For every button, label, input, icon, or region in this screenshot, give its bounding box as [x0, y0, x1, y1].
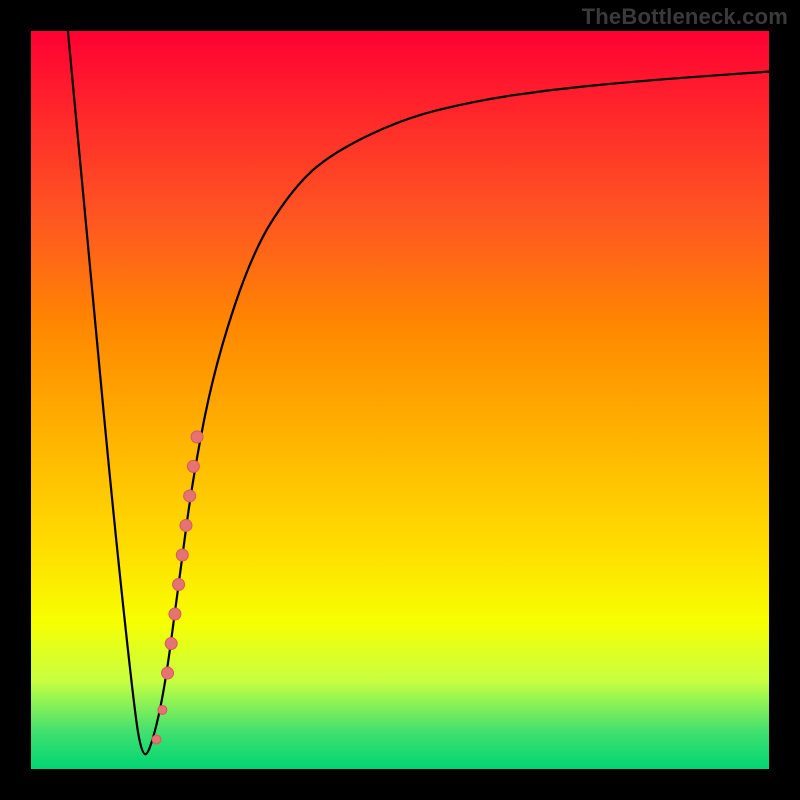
highlight-dot	[173, 579, 185, 591]
highlight-dot	[191, 431, 203, 443]
highlight-dot	[162, 667, 174, 679]
highlight-dots	[152, 431, 203, 744]
highlight-dot	[158, 705, 167, 714]
highlight-dot	[165, 638, 177, 650]
highlight-dot	[176, 549, 188, 561]
highlight-dot	[184, 490, 196, 502]
chart-frame: TheBottleneck.com	[0, 0, 800, 800]
curve-svg	[31, 31, 769, 769]
plot-area	[31, 31, 769, 769]
highlight-dot	[180, 519, 192, 531]
highlight-dot	[152, 735, 161, 744]
watermark-text: TheBottleneck.com	[582, 4, 788, 30]
highlight-dot	[169, 608, 181, 620]
highlight-dot	[187, 460, 199, 472]
